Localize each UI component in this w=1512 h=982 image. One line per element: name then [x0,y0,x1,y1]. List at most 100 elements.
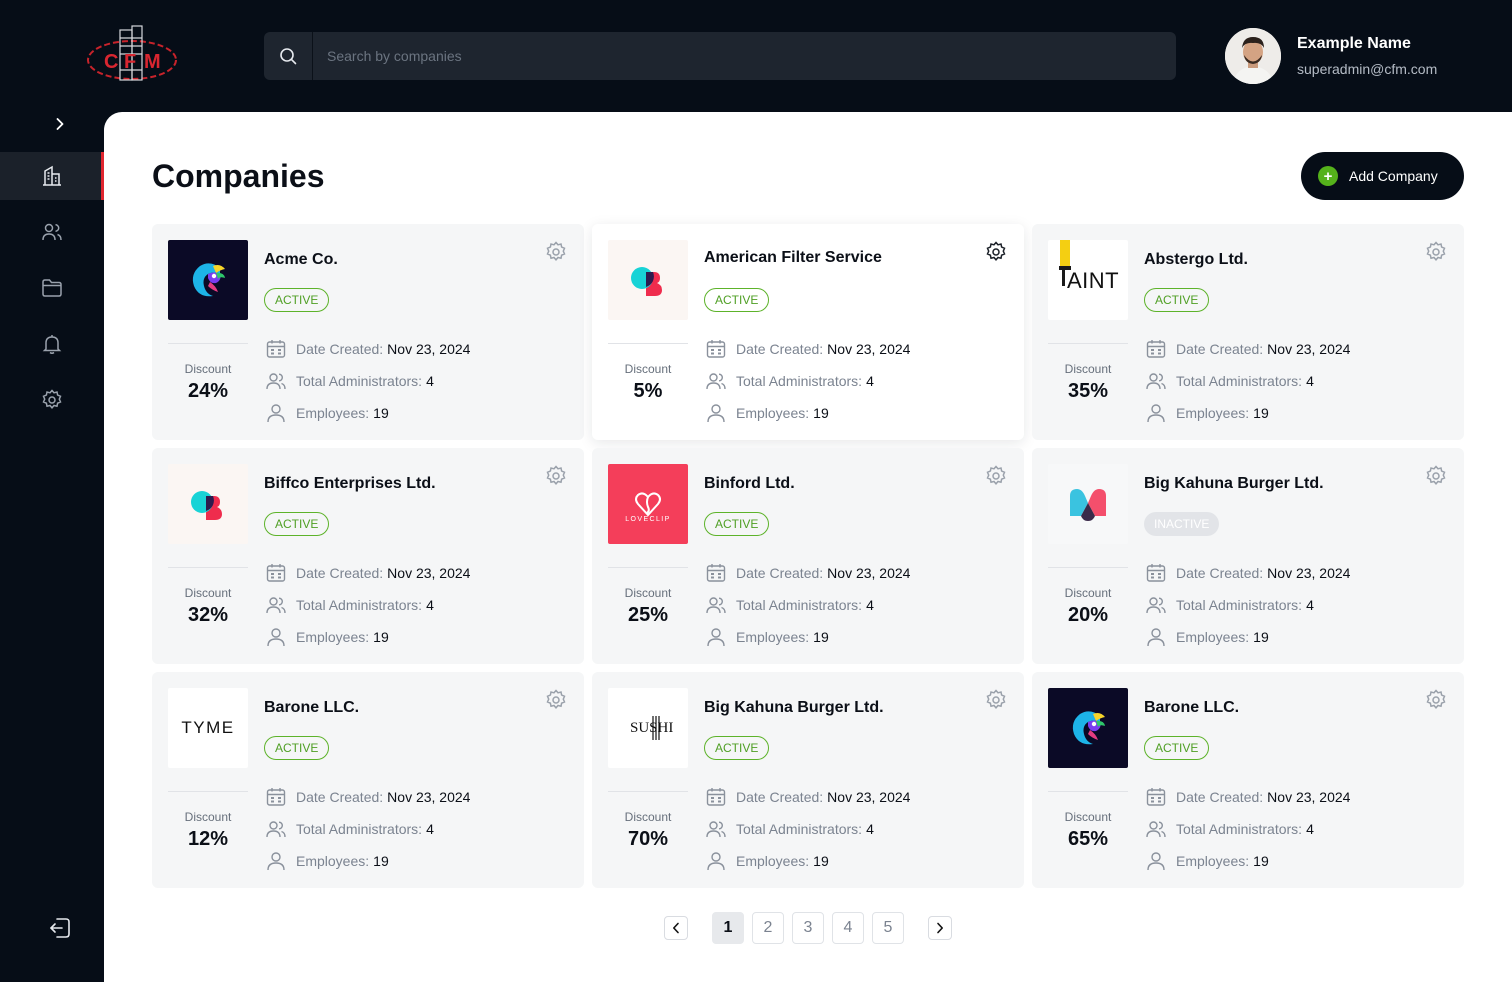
discount-label: Discount [184,362,232,376]
company-card[interactable]: Acme Co. ACTIVE Discount 24% Date Create… [152,224,584,440]
page-button[interactable]: 4 [832,912,864,944]
company-card[interactable]: American Filter Service ACTIVE Discount … [592,224,1024,440]
user-profile[interactable]: Example Name superadmin@cfm.com [1225,28,1437,84]
company-logo: SUSHI [608,688,688,768]
company-name[interactable]: Big Kahuna Burger Ltd. [704,699,884,717]
add-company-button[interactable]: + Add Company [1301,152,1464,200]
settings-icon[interactable] [544,688,568,712]
divider [168,567,248,568]
next-page-button[interactable] [928,916,952,940]
avatar[interactable] [1225,28,1281,84]
total-admins-label: Total Administrators: [296,373,423,389]
discount-value: 25% [627,604,669,626]
search-icon[interactable] [264,32,313,80]
company-card[interactable]: Big Kahuna Burger Ltd. INACTIVE Discount… [1032,448,1464,664]
date-created-value: Nov 23, 2024 [387,789,471,805]
users-icon [1144,817,1168,841]
date-created-label: Date Created: [736,341,824,357]
divider [1048,791,1128,792]
search-input[interactable] [313,32,1176,80]
company-logo-text: SUSHI [630,720,674,736]
company-name[interactable]: Biffco Enterprises Ltd. [264,475,436,493]
company-name[interactable]: American Filter Service [704,249,882,267]
company-card[interactable]: Biffco Enterprises Ltd. ACTIVE Discount … [152,448,584,664]
settings-icon[interactable] [984,688,1008,712]
company-card[interactable]: TYME Barone LLC. ACTIVE Discount 12% Dat… [152,672,584,888]
total-admins-row: Total Administrators: 4 [1144,817,1314,841]
settings-icon[interactable] [544,464,568,488]
sidebar-item-companies[interactable] [0,152,104,200]
calendar-icon [704,337,728,361]
discount-label: Discount [624,362,672,376]
svg-text:C: C [104,51,118,73]
company-name[interactable]: Binford Ltd. [704,475,795,493]
company-logo: TYME [168,688,248,768]
total-admins-label: Total Administrators: [736,597,863,613]
cfm-logo[interactable]: C F M [84,22,180,88]
date-created-row: Date Created: Nov 23, 2024 [1144,785,1350,809]
divider [608,567,688,568]
employees-row: Employees: 19 [1144,849,1269,873]
company-logo [1048,464,1128,544]
settings-icon[interactable] [1424,464,1448,488]
users-icon [704,369,728,393]
date-created-value: Nov 23, 2024 [827,789,911,805]
date-created-row: Date Created: Nov 23, 2024 [1144,337,1350,361]
user-icon [1144,625,1168,649]
page-title: Companies [152,158,325,194]
page-button[interactable]: 1 [712,912,744,944]
company-card[interactable]: Barone LLC. ACTIVE Discount 65% Date Cre… [1032,672,1464,888]
company-logo [168,464,248,544]
sidebar-expand-button[interactable] [50,114,70,134]
company-card[interactable]: LOVECLIP Binford Ltd. ACTIVE Discount 25… [592,448,1024,664]
company-card[interactable]: AINT Abstergo Ltd. ACTIVE Discount 35% D… [1032,224,1464,440]
main-content: Companies + Add Company Acme Co. ACTIVE … [104,112,1512,982]
sidebar-item-settings[interactable] [0,376,104,424]
discount-value: 65% [1067,828,1109,850]
logout-button[interactable] [47,915,73,941]
company-logo: AINT [1048,240,1128,320]
company-name[interactable]: Abstergo Ltd. [1144,251,1248,269]
total-admins-row: Total Administrators: 4 [704,593,874,617]
settings-icon[interactable] [984,240,1008,264]
discount-value: 12% [187,828,229,850]
date-created-value: Nov 23, 2024 [827,565,911,581]
settings-icon[interactable] [1424,240,1448,264]
discount-label: Discount [1064,362,1112,376]
prev-page-button[interactable] [664,916,688,940]
search-bar[interactable] [264,32,1176,80]
page-button[interactable]: 2 [752,912,784,944]
users-icon [264,369,288,393]
company-card[interactable]: SUSHI Big Kahuna Burger Ltd. ACTIVE Disc… [592,672,1024,888]
total-admins-value: 4 [1306,821,1314,837]
sidebar-item-users[interactable] [0,208,104,256]
settings-icon[interactable] [544,240,568,264]
employees-value: 19 [813,629,829,645]
total-admins-value: 4 [426,373,434,389]
divider [1048,343,1128,344]
page-button[interactable]: 3 [792,912,824,944]
page-button[interactable]: 5 [872,912,904,944]
divider [168,343,248,344]
user-email: superadmin@cfm.com [1297,61,1438,77]
discount-value: 35% [1067,380,1109,402]
employees-value: 19 [813,405,829,421]
settings-icon[interactable] [1424,688,1448,712]
company-name[interactable]: Barone LLC. [264,699,359,717]
employees-value: 19 [373,853,389,869]
date-created-value: Nov 23, 2024 [1267,789,1351,805]
company-name[interactable]: Barone LLC. [1144,699,1239,717]
user-icon [264,625,288,649]
user-icon [704,401,728,425]
sidebar-item-notifications[interactable] [0,320,104,368]
sidebar-item-files[interactable] [0,264,104,312]
company-name[interactable]: Acme Co. [264,251,338,269]
discount-label: Discount [184,586,232,600]
status-badge: ACTIVE [704,736,770,760]
user-icon [704,849,728,873]
users-icon [704,817,728,841]
employees-label: Employees: [1176,629,1250,645]
company-name[interactable]: Big Kahuna Burger Ltd. [1144,475,1324,493]
total-admins-label: Total Administrators: [1176,597,1303,613]
settings-icon[interactable] [984,464,1008,488]
